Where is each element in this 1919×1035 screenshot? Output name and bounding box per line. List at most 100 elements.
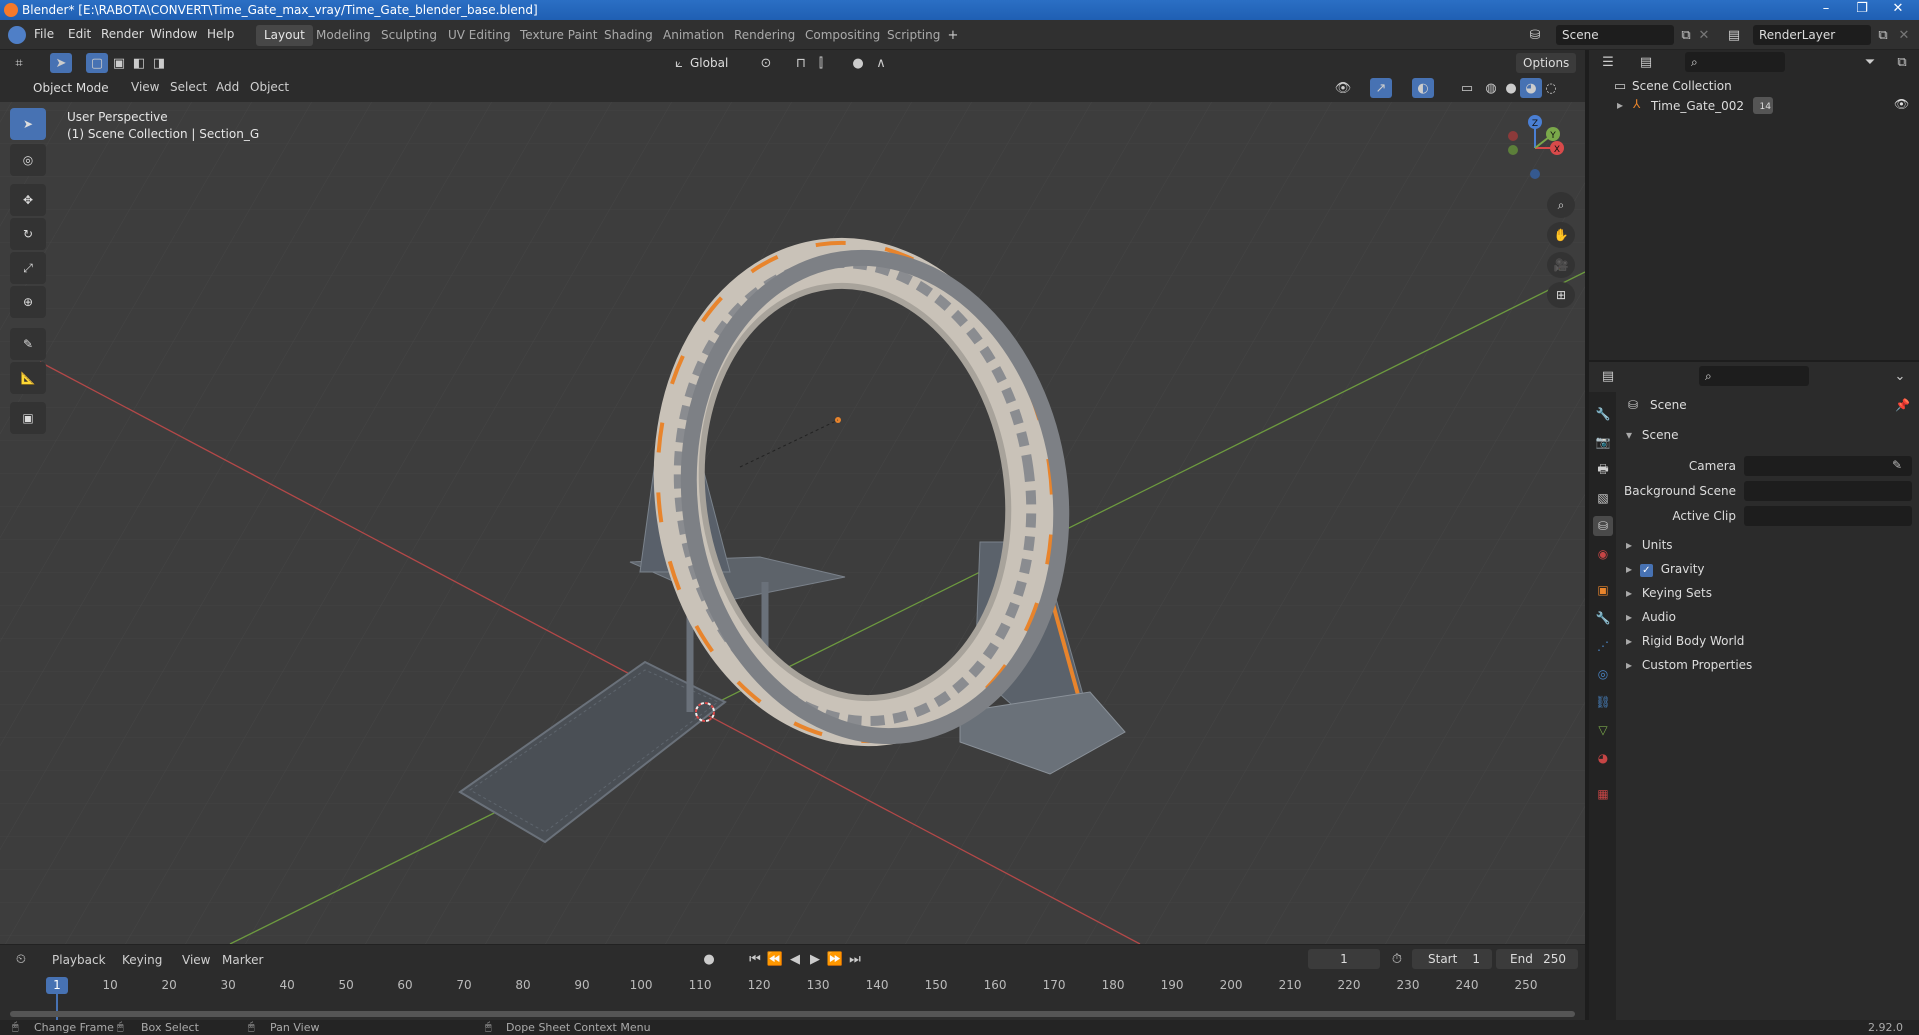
data-tab-icon[interactable]: ▽ [1593, 720, 1613, 740]
start-frame-field[interactable]: Start 1 [1412, 949, 1492, 969]
editor-type-icon[interactable]: ⌗ [8, 53, 30, 73]
menu-render[interactable]: Render [101, 27, 144, 41]
menu-view[interactable]: View [131, 80, 159, 94]
tab-scripting[interactable]: Scripting [879, 25, 948, 46]
output-tab-icon[interactable]: 🖶 [1593, 460, 1613, 480]
cursor-tool[interactable]: ◎ [10, 144, 46, 176]
gizmo-toggle-icon[interactable]: ↗ [1370, 78, 1392, 98]
keying-sets-subpanel[interactable]: ▸ Keying Sets [1620, 586, 1910, 608]
prev-keyframe-icon[interactable]: ⏪ [764, 949, 786, 969]
add-cube-tool[interactable]: ▣ [10, 402, 46, 434]
record-icon[interactable]: ● [698, 949, 720, 969]
timeline-scrollbar[interactable] [10, 1011, 1575, 1017]
tool-tab-icon[interactable]: 🔧 [1593, 404, 1613, 424]
select-intersect-icon[interactable]: ◨ [148, 53, 170, 73]
scene-selector-icon[interactable]: ⛁ [1524, 25, 1546, 45]
ortho-toggle-icon[interactable]: ⊞ [1547, 282, 1575, 308]
proportional-editing-icon[interactable]: ● [847, 53, 869, 73]
snap-icon[interactable]: ⊓ [790, 53, 812, 73]
current-frame-field[interactable]: 1 [1308, 949, 1380, 969]
units-subpanel[interactable]: ▸ Units [1620, 538, 1910, 560]
restore-button[interactable]: ❐ [1845, 0, 1879, 20]
outliner-editor-type-icon[interactable]: ☰ [1597, 52, 1619, 72]
blender-menu-icon[interactable] [8, 26, 26, 44]
tab-uv-editing[interactable]: UV Editing [440, 25, 519, 46]
menu-timeline-view[interactable]: View [182, 953, 210, 967]
renderlayer-selector-icon[interactable]: ▤ [1723, 25, 1745, 45]
display-mode-icon[interactable]: ▤ [1635, 52, 1657, 72]
delete-renderlayer-icon[interactable]: ✕ [1893, 25, 1915, 45]
rotate-tool[interactable]: ↻ [10, 218, 46, 250]
add-workspace-icon[interactable]: + [942, 25, 964, 45]
select-extend-icon[interactable]: ▣ [108, 53, 130, 73]
menu-add[interactable]: Add [216, 80, 239, 94]
tab-sculpting[interactable]: Sculpting [373, 25, 445, 46]
menu-select[interactable]: Select [170, 80, 207, 94]
tab-texture-paint[interactable]: Texture Paint [512, 25, 605, 46]
pin-icon[interactable]: 📌 [1895, 398, 1910, 412]
solid-shading-icon[interactable]: ● [1500, 78, 1522, 98]
scale-tool[interactable]: ⤢ [10, 252, 46, 284]
menu-edit[interactable]: Edit [68, 27, 91, 41]
properties-editor-type-icon[interactable]: ▤ [1597, 366, 1619, 386]
object-mode-dropdown[interactable]: Object Mode [8, 78, 120, 98]
properties-search-input[interactable]: ⌕ [1699, 366, 1809, 386]
pan-hand-icon[interactable]: ✋ [1547, 222, 1575, 248]
annotate-tool[interactable]: ✎ [10, 328, 46, 360]
play-reverse-icon[interactable]: ◀ [784, 949, 806, 969]
view-layer-tab-icon[interactable]: ▧ [1593, 488, 1613, 508]
render-tab-icon[interactable]: 📷 [1593, 432, 1613, 452]
pivot-point-icon[interactable]: ⊙ [755, 53, 777, 73]
object-tab-icon[interactable]: ▣ [1593, 580, 1613, 600]
rendered-shading-icon[interactable]: ◌ [1540, 78, 1562, 98]
scene-collection-label[interactable]: Scene Collection [1632, 79, 1732, 93]
world-tab-icon[interactable]: ◉ [1593, 544, 1613, 564]
select-subtract-icon[interactable]: ◧ [128, 53, 150, 73]
custom-properties-subpanel[interactable]: ▸ Custom Properties [1620, 658, 1910, 680]
xray-icon[interactable]: ▭ [1456, 78, 1478, 98]
play-icon[interactable]: ▶ [804, 949, 826, 969]
camera-field[interactable] [1744, 456, 1912, 476]
gravity-subpanel[interactable]: ▸ ✓ Gravity [1620, 562, 1910, 584]
menu-playback[interactable]: Playback [52, 953, 106, 967]
material-shading-icon[interactable]: ◕ [1520, 78, 1542, 98]
modifiers-tab-icon[interactable]: 🔧 [1593, 608, 1613, 628]
falloff-icon[interactable]: ∧ [870, 53, 892, 73]
select-box-tool[interactable]: ➤ [10, 108, 46, 140]
menu-keying[interactable]: Keying [122, 953, 162, 967]
new-renderlayer-icon[interactable]: ⧉ [1872, 25, 1894, 45]
texture-tab-icon[interactable]: ▦ [1593, 784, 1613, 804]
wireframe-shading-icon[interactable]: ◍ [1480, 78, 1502, 98]
measure-tool[interactable]: 📐 [10, 362, 46, 394]
tab-layout[interactable]: Layout [256, 25, 313, 46]
background-scene-field[interactable] [1744, 481, 1912, 501]
constraints-tab-icon[interactable]: ⛓ [1593, 692, 1613, 712]
move-tool[interactable]: ✥ [10, 184, 46, 216]
active-clip-field[interactable] [1744, 506, 1912, 526]
menu-help[interactable]: Help [207, 27, 234, 41]
outliner-search-input[interactable]: ⌕ [1685, 52, 1785, 72]
navigation-gizmo[interactable]: Z X Y [1495, 108, 1575, 188]
transform-orientation-icon[interactable]: ⟀ [668, 53, 690, 73]
timeline-editor-type-icon[interactable]: ⏲ [10, 949, 32, 969]
visibility-icon[interactable]: 👁 [1332, 78, 1354, 98]
menu-object[interactable]: Object [250, 80, 289, 94]
material-tab-icon[interactable]: ◕ [1593, 748, 1613, 768]
tab-compositing[interactable]: Compositing [797, 25, 888, 46]
audio-subpanel[interactable]: ▸ Audio [1620, 610, 1910, 632]
new-collection-icon[interactable]: ⧉ [1891, 52, 1913, 72]
zoom-icon[interactable]: ⌕ [1547, 192, 1575, 218]
particles-tab-icon[interactable]: ⋰ [1593, 636, 1613, 656]
minimize-button[interactable]: – [1809, 0, 1843, 20]
tab-rendering[interactable]: Rendering [726, 25, 803, 46]
jump-start-icon[interactable]: ⏮ [744, 949, 766, 969]
visibility-eye-icon[interactable]: 👁 [1894, 97, 1909, 111]
outliner-row[interactable]: ▸ ⅄ Time_Gate_002 14 👁 [1589, 96, 1919, 116]
tab-shading[interactable]: Shading [596, 25, 661, 46]
menu-window[interactable]: Window [150, 27, 197, 41]
next-keyframe-icon[interactable]: ⏩ [824, 949, 846, 969]
transform-orientation-dropdown[interactable]: Global [690, 56, 728, 70]
filter-icon[interactable]: ⏷ [1859, 52, 1881, 72]
physics-tab-icon[interactable]: ◎ [1593, 664, 1613, 684]
end-frame-field[interactable]: End 250 [1496, 949, 1578, 969]
